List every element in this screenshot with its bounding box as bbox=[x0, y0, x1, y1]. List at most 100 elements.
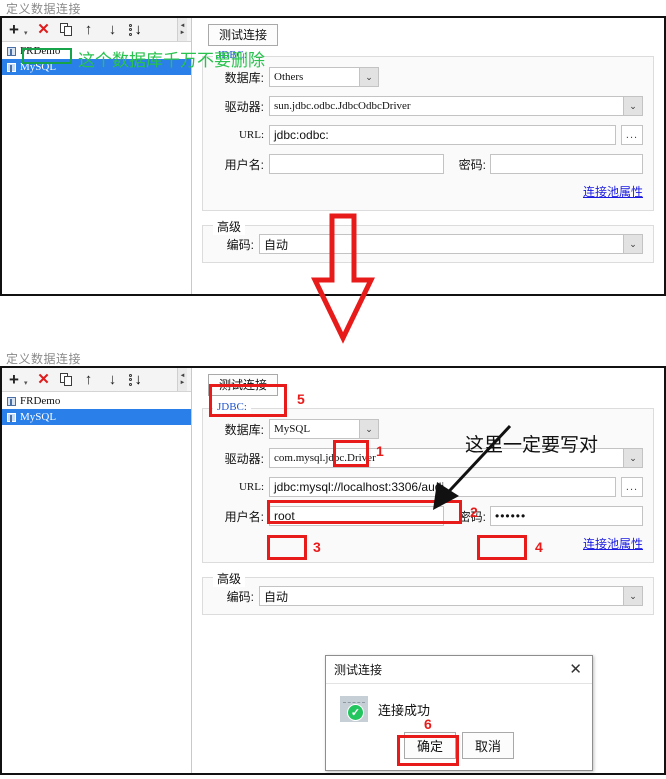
jdbc-group-legend: JDBC: bbox=[213, 49, 251, 61]
panel-top: 定义数据连接 + ▾ ✕ ↑ ↓ ↓ ◄ ► FRDemo MySQL 测试连接… bbox=[0, 2, 666, 296]
database-icon bbox=[7, 46, 16, 56]
database-label: 数据库: bbox=[224, 422, 264, 437]
url-browse-button[interactable]: ... bbox=[621, 477, 643, 497]
test-connection-button[interactable]: 测试连接 bbox=[208, 374, 279, 396]
move-down-icon[interactable]: ↓ bbox=[105, 371, 121, 389]
dialog-buttons: 确定 取消 bbox=[326, 732, 592, 759]
list-item[interactable]: MySQL bbox=[2, 409, 191, 425]
encoding-value: 自动 bbox=[259, 234, 623, 254]
connection-list[interactable]: FRDemo MySQL bbox=[2, 392, 191, 773]
connection-list[interactable]: FRDemo MySQL bbox=[2, 42, 191, 294]
url-input[interactable]: jdbc:odbc: bbox=[269, 125, 616, 145]
username-input[interactable] bbox=[269, 154, 444, 174]
panel-top-title: 定义数据连接 bbox=[6, 2, 82, 16]
toolbar-overflow-handle[interactable]: ◄ ► bbox=[177, 18, 187, 41]
add-dropdown-caret-icon[interactable]: ▾ bbox=[24, 29, 28, 41]
panel-bottom-title: 定义数据连接 bbox=[6, 352, 82, 366]
driver-select[interactable]: sun.jdbc.odbc.JdbcOdbcDriver ⌄ bbox=[269, 96, 643, 116]
url-input[interactable]: jdbc:mysql://localhost:3306/audi bbox=[269, 477, 616, 497]
password-label: 密码: bbox=[458, 509, 486, 524]
delete-icon[interactable]: ✕ bbox=[36, 371, 52, 389]
dialog-title-bar: 测试连接 ✕ bbox=[326, 656, 592, 684]
driver-label: 驱动器: bbox=[224, 451, 264, 466]
credentials-row: 用户名: 密码: bbox=[213, 154, 643, 174]
connection-pool-link[interactable]: 连接池属性 bbox=[213, 183, 643, 200]
url-row: URL: jdbc:mysql://localhost:3306/audi ..… bbox=[213, 477, 643, 497]
list-item-label: FRDemo bbox=[20, 395, 61, 407]
test-connection-button[interactable]: 测试连接 bbox=[208, 24, 279, 46]
copy-icon[interactable] bbox=[59, 372, 73, 387]
database-icon bbox=[7, 412, 16, 422]
add-icon[interactable]: + bbox=[6, 371, 22, 389]
move-up-icon[interactable]: ↑ bbox=[81, 371, 97, 389]
jdbc-group: JDBC: 数据库: MySQL ⌄ 驱动器: com.mysql.jdbc.D… bbox=[202, 401, 654, 563]
connection-list-column: + ▾ ✕ ↑ ↓ ↓ ◄ ► FRDemo MySQL bbox=[2, 368, 192, 773]
driver-row: 驱动器: com.mysql.jdbc.Driver ⌄ bbox=[213, 448, 643, 468]
chevron-down-icon[interactable]: ⌄ bbox=[623, 96, 643, 116]
encoding-select[interactable]: 自动 ⌄ bbox=[259, 234, 643, 254]
chevron-down-icon[interactable]: ⌄ bbox=[623, 448, 643, 468]
list-item[interactable]: FRDemo bbox=[2, 43, 191, 59]
move-to-bottom-icon[interactable]: ↓ bbox=[128, 371, 144, 388]
connection-toolbar: + ▾ ✕ ↑ ↓ ↓ ◄ ► bbox=[2, 18, 191, 42]
move-up-icon[interactable]: ↑ bbox=[81, 21, 97, 39]
database-select[interactable]: Others ⌄ bbox=[269, 67, 379, 87]
list-item[interactable]: FRDemo bbox=[2, 393, 191, 409]
encoding-value: 自动 bbox=[259, 586, 623, 606]
chevron-down-icon[interactable]: ⌄ bbox=[359, 419, 379, 439]
url-browse-button[interactable]: ... bbox=[621, 125, 643, 145]
database-row: 数据库: MySQL ⌄ bbox=[213, 419, 643, 439]
jdbc-group-legend: JDBC: bbox=[213, 401, 251, 413]
encoding-select[interactable]: 自动 ⌄ bbox=[259, 586, 643, 606]
close-icon[interactable]: ✕ bbox=[567, 662, 584, 677]
copy-icon[interactable] bbox=[59, 22, 73, 37]
advanced-group: 高级 编码: 自动 ⌄ bbox=[202, 218, 654, 263]
username-label: 用户名: bbox=[224, 157, 264, 172]
driver-row: 驱动器: sun.jdbc.odbc.JdbcOdbcDriver ⌄ bbox=[213, 96, 643, 116]
test-connection-dialog: 测试连接 ✕ ✓ 连接成功 确定 取消 bbox=[325, 655, 593, 771]
ok-button[interactable]: 确定 bbox=[403, 732, 456, 759]
url-label: URL: bbox=[238, 481, 264, 493]
list-item-label: FRDemo bbox=[20, 45, 61, 57]
connection-list-column: + ▾ ✕ ↑ ↓ ↓ ◄ ► FRDemo MySQL bbox=[2, 18, 192, 294]
chevron-down-icon[interactable]: ⌄ bbox=[623, 586, 643, 606]
success-icon: ✓ bbox=[340, 696, 368, 722]
encoding-row: 编码: 自动 ⌄ bbox=[213, 234, 643, 254]
toolbar-overflow-handle[interactable]: ◄ ► bbox=[177, 368, 187, 391]
database-select[interactable]: MySQL ⌄ bbox=[269, 419, 379, 439]
driver-value: sun.jdbc.odbc.JdbcOdbcDriver bbox=[269, 96, 623, 116]
database-icon bbox=[7, 396, 16, 406]
database-label: 数据库: bbox=[224, 70, 264, 85]
driver-value: com.mysql.jdbc.Driver bbox=[269, 448, 623, 468]
list-item-label: MySQL bbox=[20, 61, 57, 73]
password-input[interactable] bbox=[490, 154, 643, 174]
database-value: Others bbox=[269, 67, 359, 87]
encoding-label: 编码: bbox=[226, 237, 254, 252]
add-icon[interactable]: + bbox=[6, 21, 22, 39]
add-dropdown-caret-icon[interactable]: ▾ bbox=[24, 379, 28, 391]
list-item[interactable]: MySQL bbox=[2, 59, 191, 75]
chevron-down-icon[interactable]: ⌄ bbox=[623, 234, 643, 254]
connection-toolbar: + ▾ ✕ ↑ ↓ ↓ ◄ ► bbox=[2, 368, 191, 392]
panel-top-body: + ▾ ✕ ↑ ↓ ↓ ◄ ► FRDemo MySQL 测试连接 JDBC: … bbox=[0, 16, 666, 296]
screenshot-root: 定义数据连接 + ▾ ✕ ↑ ↓ ↓ ◄ ► FRDemo MySQL 测试连接… bbox=[0, 0, 666, 779]
database-icon bbox=[7, 62, 16, 72]
database-value: MySQL bbox=[269, 419, 359, 439]
chevron-down-icon[interactable]: ⌄ bbox=[359, 67, 379, 87]
cancel-button[interactable]: 取消 bbox=[462, 732, 515, 759]
password-input[interactable]: •••••• bbox=[490, 506, 643, 526]
url-label: URL: bbox=[238, 129, 264, 141]
move-down-icon[interactable]: ↓ bbox=[105, 21, 121, 39]
url-row: URL: jdbc:odbc: ... bbox=[213, 125, 643, 145]
database-row: 数据库: Others ⌄ bbox=[213, 67, 643, 87]
delete-icon[interactable]: ✕ bbox=[36, 21, 52, 39]
connection-pool-link[interactable]: 连接池属性 bbox=[213, 535, 643, 552]
check-glyph: ✓ bbox=[347, 704, 364, 721]
username-input[interactable]: root bbox=[269, 506, 444, 526]
encoding-label: 编码: bbox=[226, 589, 254, 604]
advanced-group: 高级 编码: 自动 ⌄ bbox=[202, 570, 654, 615]
driver-select[interactable]: com.mysql.jdbc.Driver ⌄ bbox=[269, 448, 643, 468]
move-to-bottom-icon[interactable]: ↓ bbox=[128, 21, 144, 38]
dialog-body: ✓ 连接成功 bbox=[326, 684, 592, 722]
list-item-label: MySQL bbox=[20, 411, 57, 423]
